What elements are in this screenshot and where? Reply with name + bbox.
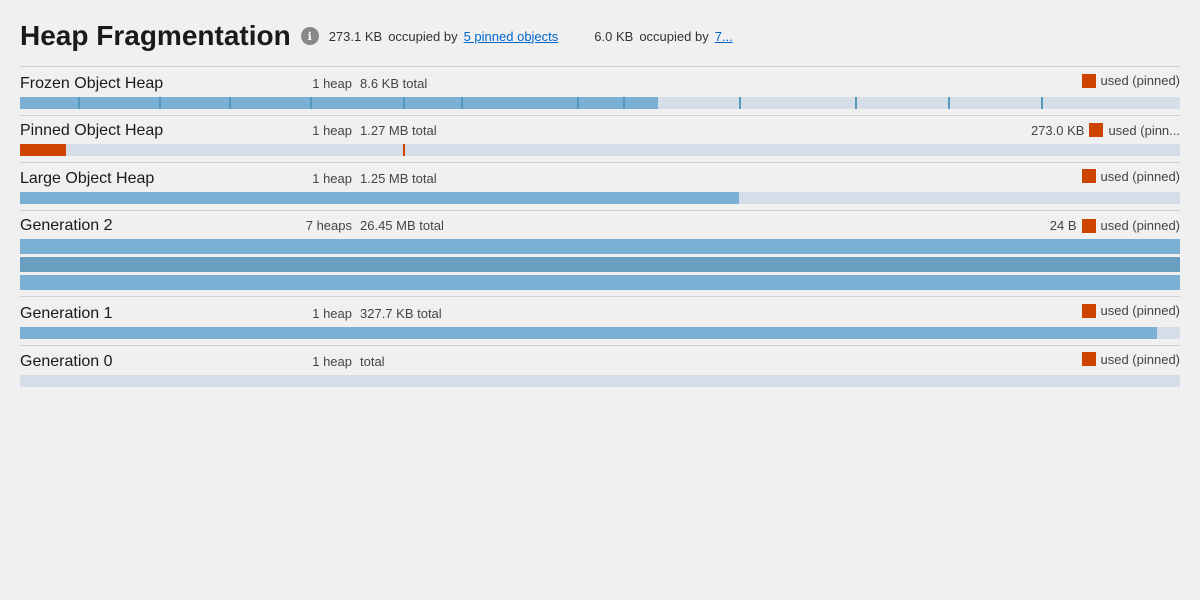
- tick-0-7: [623, 97, 625, 109]
- heap-size-3: 26.45 MB total: [360, 218, 480, 233]
- heap-name-4: Generation 1: [20, 305, 280, 323]
- tick-0-10: [948, 97, 950, 109]
- heap-legend-1: 273.0 KB used (pinn...: [1031, 123, 1180, 138]
- heap-legend-0: used (pinned): [1082, 73, 1181, 88]
- bar-fill-0: [20, 97, 658, 109]
- heap-count-3: 7 heaps: [280, 218, 360, 233]
- tick-0-6: [577, 97, 579, 109]
- tick-0-5: [461, 97, 463, 109]
- heap-name-1: Pinned Object Heap: [20, 122, 280, 140]
- tick-0-8: [739, 97, 741, 109]
- legend-label-2: used (pinned): [1101, 169, 1181, 184]
- heap-size-1: 1.27 MB total: [360, 123, 480, 138]
- heap-row-5: Generation 01 heaptotal used (pinned): [20, 345, 1180, 376]
- heap-legend-2: used (pinned): [1082, 169, 1181, 184]
- header-stats: 273.1 KB occupied by 5 pinned objects 6.…: [329, 29, 733, 44]
- page-title: Heap Fragmentation: [20, 20, 291, 52]
- heap-count-1: 1 heap: [280, 123, 360, 138]
- legend-label-1: used (pinn...: [1108, 123, 1180, 138]
- heap-name-0: Frozen Object Heap: [20, 75, 280, 93]
- legend-box-0: [1082, 74, 1096, 88]
- heap-section-5: Generation 01 heaptotal used (pinned): [20, 345, 1180, 388]
- heap-legend-5: used (pinned): [1082, 352, 1181, 367]
- heap-size-0: 8.6 KB total: [360, 76, 480, 91]
- heap-name-5: Generation 0: [20, 353, 280, 371]
- heap-name-3: Generation 2: [20, 217, 280, 235]
- legend-box-3: [1082, 219, 1096, 233]
- legend-label-3: used (pinned): [1101, 218, 1181, 233]
- heap-count-4: 1 heap: [280, 306, 360, 321]
- occupied2-text: occupied by: [639, 29, 708, 44]
- tick-0-4: [403, 97, 405, 109]
- tick-0-9: [855, 97, 857, 109]
- bar-container-5: [20, 375, 1180, 387]
- bar-fill-1: [20, 144, 66, 156]
- heap-row-4: Generation 11 heap327.7 KB total used (pi…: [20, 296, 1180, 327]
- bar-fill-4: [20, 327, 1157, 339]
- pinned-marker-1: [403, 144, 405, 156]
- heap-size-2: 1.25 MB total: [360, 171, 480, 186]
- heap-row-1: Pinned Object Heap1 heap1.27 MB total 273…: [20, 115, 1180, 144]
- pinned-occupied-text: occupied by: [388, 29, 457, 44]
- heap-size-5: total: [360, 354, 480, 369]
- gen2-bar-row-2: [20, 275, 1180, 290]
- bar-container-0: [20, 97, 1180, 109]
- gen2-bar-row-0: [20, 239, 1180, 254]
- tick-0-3: [310, 97, 312, 109]
- heap-row-2: Large Object Heap1 heap1.25 MB total used…: [20, 162, 1180, 193]
- heap-row-0: Frozen Object Heap1 heap8.6 KB total used…: [20, 66, 1180, 97]
- heap-list: Frozen Object Heap1 heap8.6 KB totalused…: [20, 66, 1180, 387]
- tick-0-2: [229, 97, 231, 109]
- gen2-bar-row-1: [20, 257, 1180, 272]
- legend-label-4: used (pinned): [1101, 303, 1181, 318]
- legend-box-4: [1082, 304, 1096, 318]
- heap-legend-3: 24 B used (pinned): [1050, 218, 1180, 233]
- heap-section-0: Frozen Object Heap1 heap8.6 KB total used…: [20, 66, 1180, 109]
- legend-box-5: [1082, 352, 1096, 366]
- legend-box-2: [1082, 169, 1096, 183]
- heap-section-2: Large Object Heap1 heap1.25 MB total used…: [20, 162, 1180, 205]
- heap-section-1: Pinned Object Heap1 heap1.27 MB total 273…: [20, 115, 1180, 156]
- pinned-objects-link[interactable]: 5 pinned objects: [464, 29, 559, 44]
- heap-count-5: 1 heap: [280, 354, 360, 369]
- legend-extra-3: 24 B: [1050, 218, 1077, 233]
- bar-container-1: [20, 144, 1180, 156]
- heap-name-2: Large Object Heap: [20, 170, 280, 188]
- heap-section-4: Generation 11 heap327.7 KB total used (pi…: [20, 296, 1180, 339]
- info-icon[interactable]: ℹ: [301, 27, 319, 45]
- tick-0-1: [159, 97, 161, 109]
- page-header: Heap Fragmentation ℹ 273.1 KB occupied b…: [20, 20, 1180, 52]
- heap-count-2: 1 heap: [280, 171, 360, 186]
- heap-count-0: 1 heap: [280, 76, 360, 91]
- heap-row-3: Generation 27 heaps26.45 MB total 24 B use…: [20, 210, 1180, 239]
- tick-0-0: [78, 97, 80, 109]
- bar-fill-2: [20, 192, 739, 204]
- occupied2-size: 6.0 KB: [594, 29, 633, 44]
- bar-container-2: [20, 192, 1180, 204]
- gen2-bars: [20, 239, 1180, 290]
- bar-container-4: [20, 327, 1180, 339]
- legend-extra-1: 273.0 KB: [1031, 123, 1085, 138]
- main-container: Heap Fragmentation ℹ 273.1 KB occupied b…: [0, 0, 1200, 600]
- occupied2-link[interactable]: 7...: [715, 29, 733, 44]
- legend-box-1: [1089, 123, 1103, 137]
- tick-0-11: [1041, 97, 1043, 109]
- legend-label-0: used (pinned): [1101, 73, 1181, 88]
- legend-label-5: used (pinned): [1101, 352, 1181, 367]
- pinned-size: 273.1 KB: [329, 29, 383, 44]
- heap-section-3: Generation 27 heaps26.45 MB total 24 B use…: [20, 210, 1180, 290]
- heap-size-4: 327.7 KB total: [360, 306, 480, 321]
- heap-legend-4: used (pinned): [1082, 303, 1181, 318]
